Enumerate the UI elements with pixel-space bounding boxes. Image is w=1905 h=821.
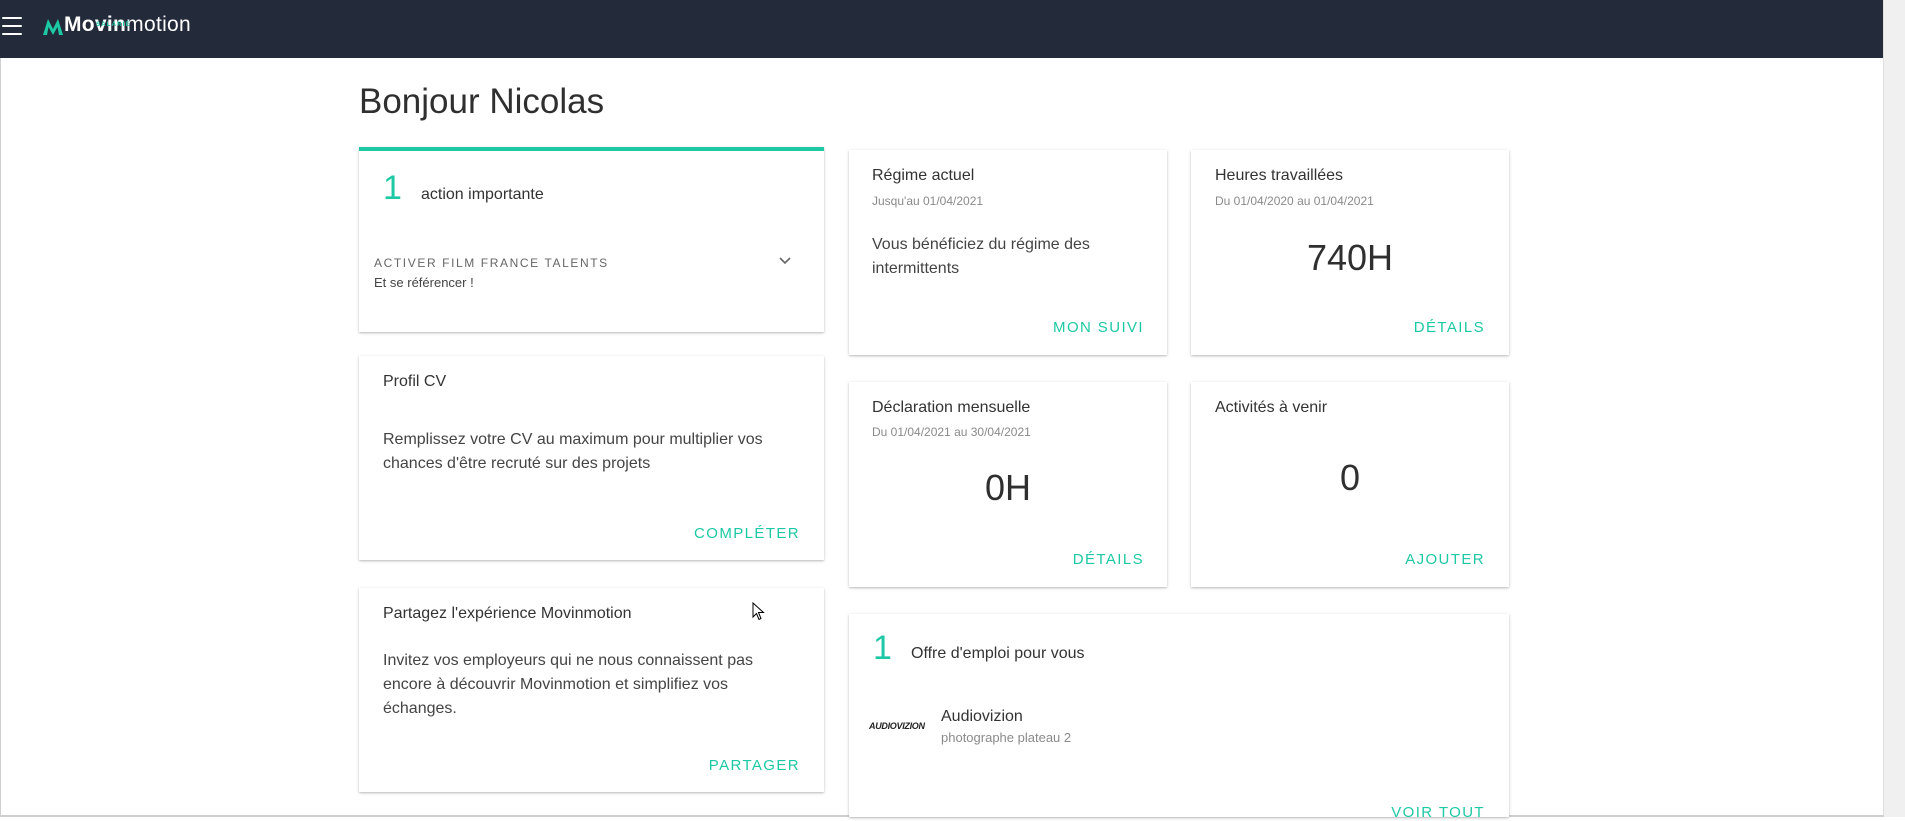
my-tracking-button[interactable]: Mon suivi <box>1053 319 1144 336</box>
window-left-edge <box>0 58 1 817</box>
job-offers-count: 1 <box>873 629 892 667</box>
job-position: photographe plateau 2 <box>941 730 1072 745</box>
current-regime-card: Régime actuel Jusqu'au 01/04/2021 Vous b… <box>849 150 1167 355</box>
declaration-details-button[interactable]: Détails <box>1073 551 1144 568</box>
monthly-declaration-card: Déclaration mensuelle Du 01/04/2021 au 3… <box>849 382 1167 587</box>
page-title: Bonjour Nicolas <box>359 82 605 121</box>
declaration-value: 0H <box>984 467 1032 508</box>
declaration-subtitle: Du 01/04/2021 au 30/04/2021 <box>872 425 1031 439</box>
logo-subtitle: SALARIÉ <box>96 22 131 28</box>
activities-value: 0 <box>1339 457 1361 498</box>
action-item-title[interactable]: Activer Film France Talents <box>374 256 609 270</box>
activities-title: Activités à venir <box>1215 399 1328 416</box>
regime-body: Vous bénéficiez du régime des intermitte… <box>872 236 1090 277</box>
actions-count: 1 <box>383 169 402 207</box>
top-app-bar: Movinmotion SALARIÉ <box>0 0 1884 58</box>
audiovizion-logo: AUDIOVIZION <box>869 721 925 731</box>
hours-title: Heures travaillées <box>1215 167 1344 184</box>
hours-worked-card: Heures travaillées Du 01/04/2020 au 01/0… <box>1191 150 1509 355</box>
complete-profile-button[interactable]: Compléter <box>694 525 800 542</box>
job-offers-card: 1 Offre d'emploi pour vous AUDIOVIZION A… <box>849 614 1509 821</box>
job-company[interactable]: Audiovizion <box>941 708 1023 726</box>
regime-title: Régime actuel <box>872 167 975 184</box>
logo-mark-icon <box>43 19 63 35</box>
actions-label: action importante <box>421 186 544 203</box>
profile-cv-title: Profil CV <box>383 373 447 390</box>
hours-details-button[interactable]: Détails <box>1414 319 1485 336</box>
regime-subtitle: Jusqu'au 01/04/2021 <box>872 194 984 208</box>
job-offers-label: Offre d'emploi pour vous <box>911 645 1085 662</box>
declaration-title: Déclaration mensuelle <box>872 399 1031 416</box>
hours-subtitle: Du 01/04/2020 au 01/04/2021 <box>1215 194 1374 208</box>
see-all-jobs-button[interactable]: Voir tout <box>1391 804 1485 821</box>
add-activity-button[interactable]: Ajouter <box>1405 551 1485 568</box>
vertical-scrollbar[interactable] <box>1883 0 1905 817</box>
movinmotion-logo[interactable]: Movinmotion <box>42 12 191 48</box>
share-button[interactable]: Partager <box>709 757 800 774</box>
profile-cv-body: Remplissez votre CV au maximum pour mult… <box>383 431 763 472</box>
hours-value: 740H <box>1306 237 1394 278</box>
share-body: Invitez vos employeurs qui ne nous conna… <box>383 652 753 717</box>
chevron-down-icon[interactable] <box>778 256 792 266</box>
upcoming-activities-card: Activités à venir 0 Ajouter <box>1191 382 1509 587</box>
profile-cv-card: Profil CV Remplissez votre CV au maximum… <box>359 356 824 560</box>
hamburger-menu-icon[interactable] <box>2 17 22 35</box>
share-title: Partagez l'expérience Movinmotion <box>383 605 632 622</box>
important-actions-card: 1 action importante Activer Film France … <box>359 147 824 332</box>
mouse-cursor-icon <box>752 602 765 621</box>
action-item-subtitle: Et se référencer ! <box>374 275 474 290</box>
